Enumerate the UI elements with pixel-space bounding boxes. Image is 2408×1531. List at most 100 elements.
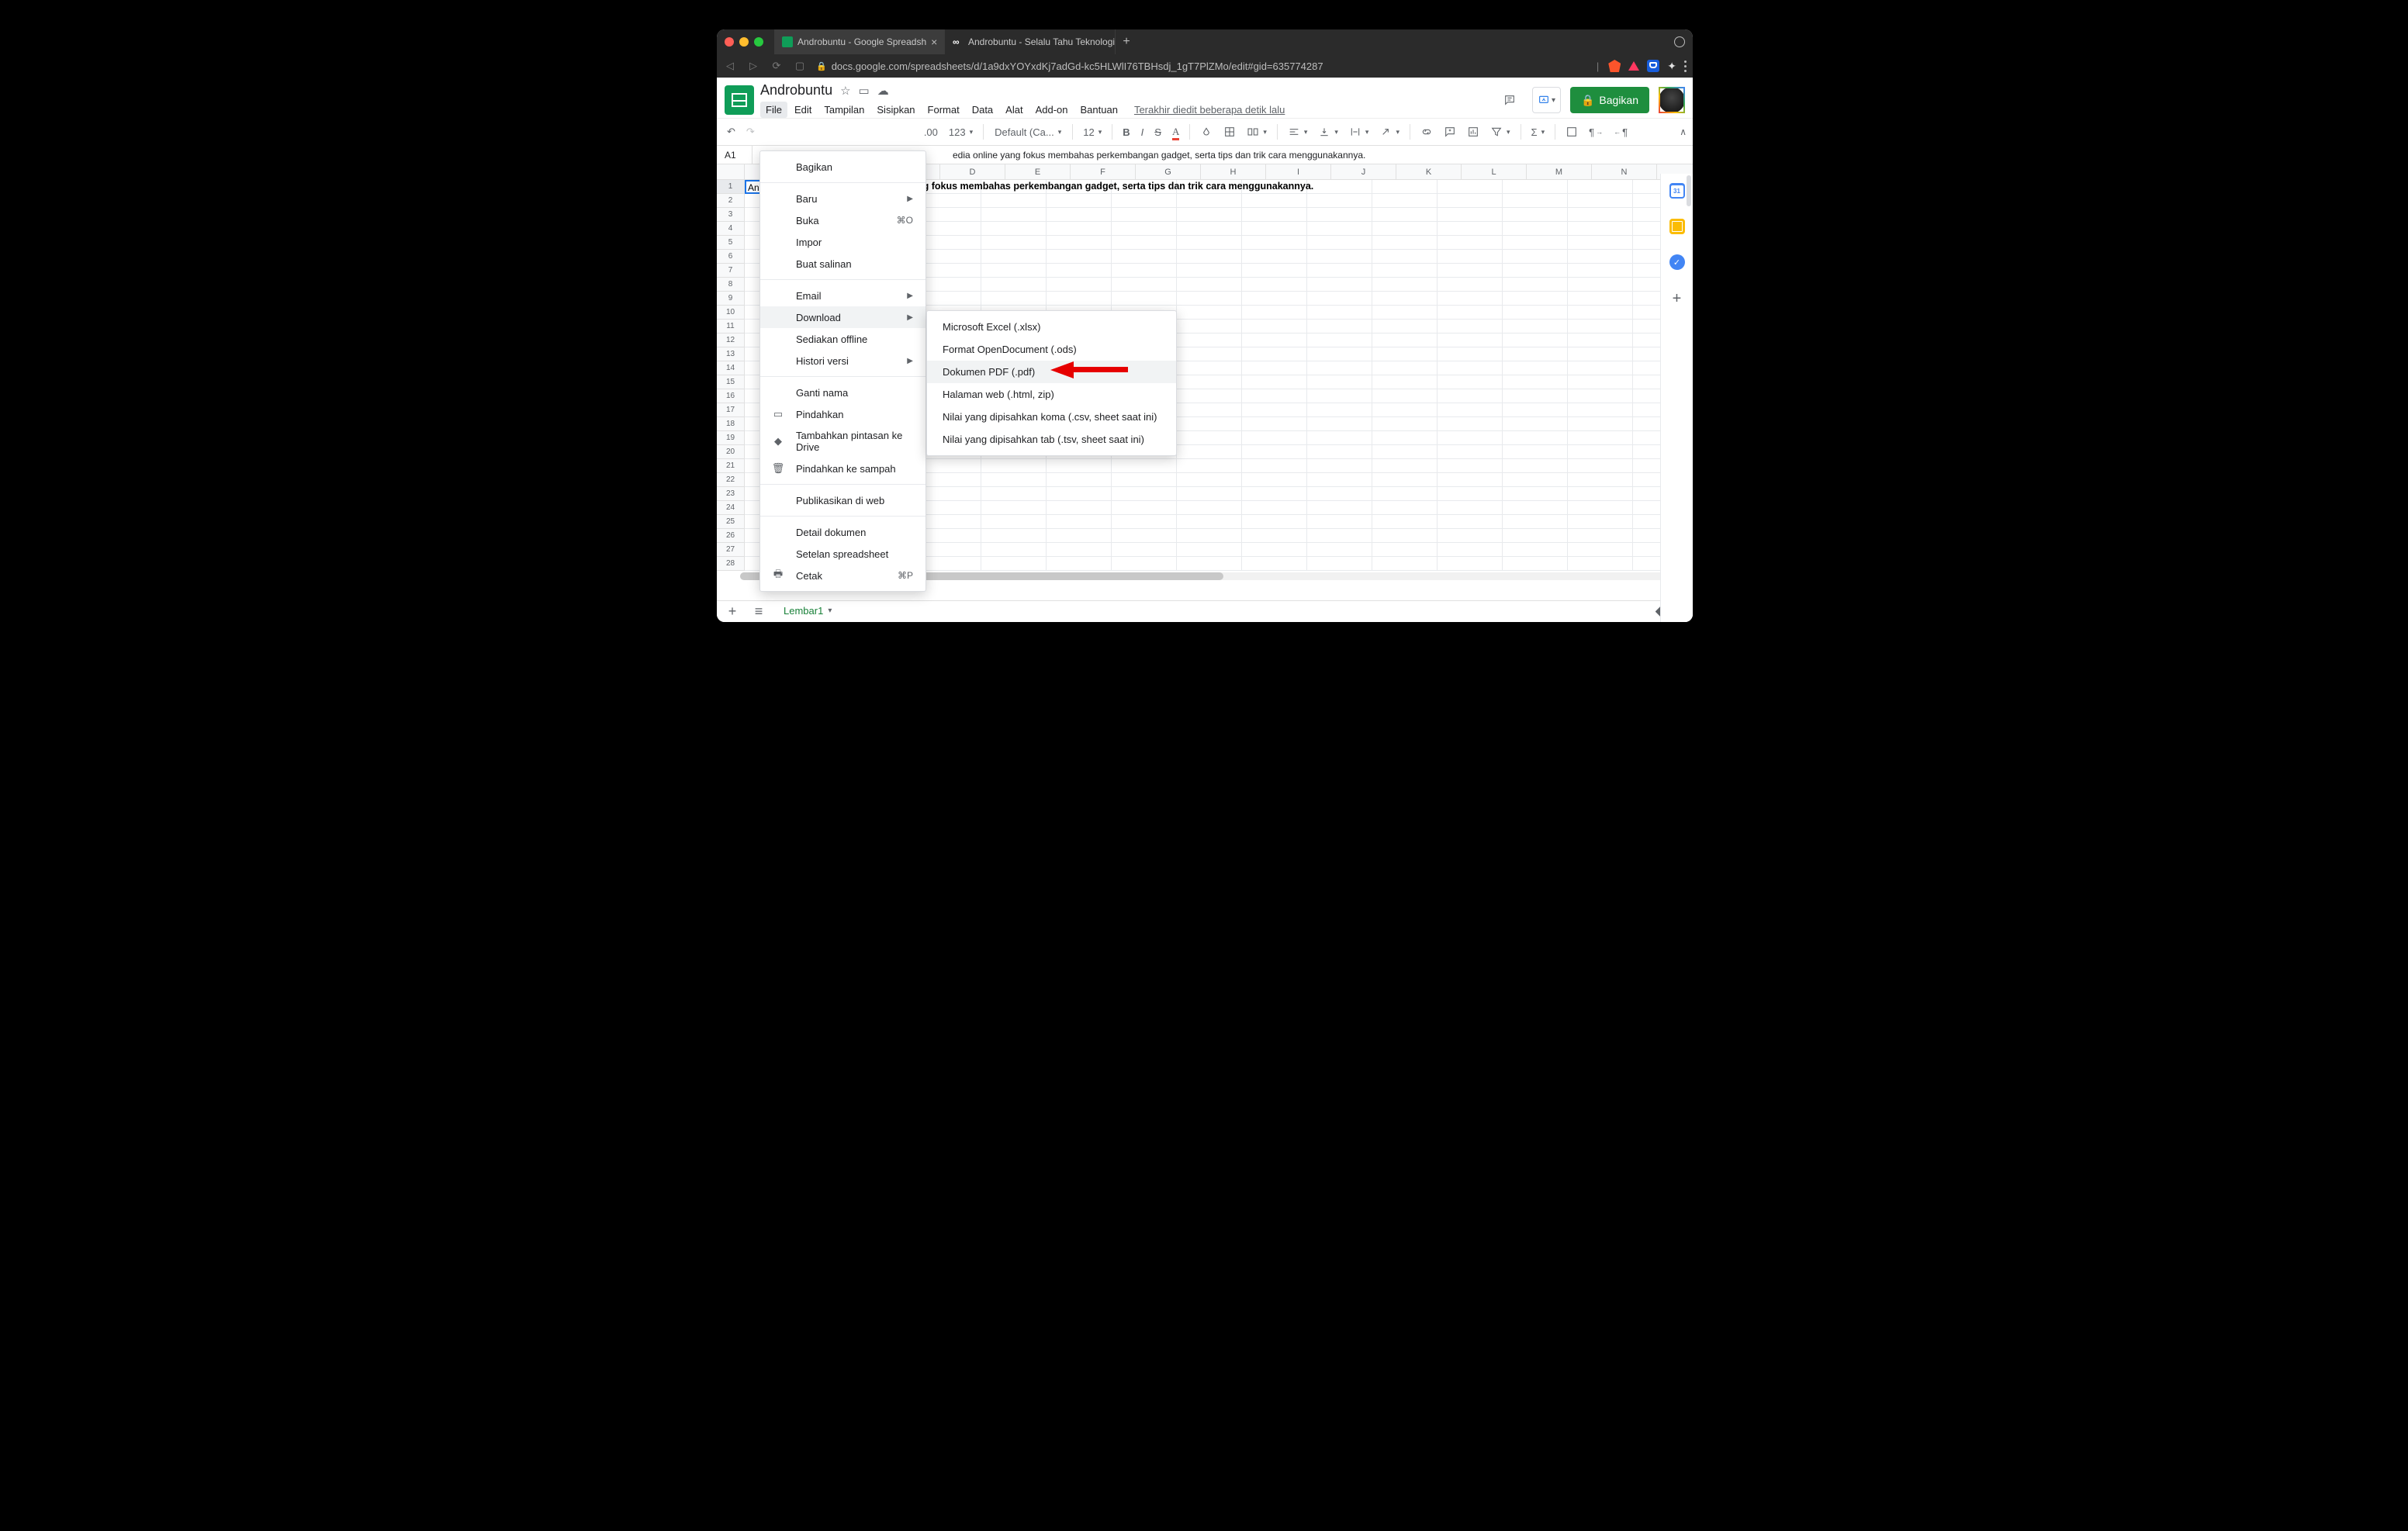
row-header[interactable]: 7 [717, 264, 745, 278]
row-header[interactable]: 23 [717, 487, 745, 501]
row-header[interactable]: 20 [717, 445, 745, 459]
sheets-logo-icon[interactable] [725, 85, 754, 115]
file-menu-item[interactable]: Setelan spreadsheet [760, 543, 925, 565]
font-size-selector[interactable]: 12 [1079, 123, 1105, 141]
vertical-align-icon[interactable] [1314, 123, 1342, 141]
comments-icon[interactable] [1496, 87, 1523, 113]
borders-icon[interactable] [1220, 123, 1240, 141]
strikethrough-icon[interactable]: S [1150, 123, 1165, 141]
row-header[interactable]: 6 [717, 250, 745, 264]
row-header[interactable]: 16 [717, 389, 745, 403]
vertical-scrollbar[interactable] [1687, 175, 1691, 206]
row-header[interactable]: 8 [717, 278, 745, 292]
extensions-icon[interactable]: ✦ [1667, 60, 1676, 73]
more-formats[interactable]: 123 [945, 123, 977, 141]
last-edit-link[interactable]: Terakhir diedit beberapa detik lalu [1134, 104, 1285, 116]
horizontal-align-icon[interactable] [1284, 123, 1312, 141]
add-sheet-button[interactable]: + [723, 603, 742, 620]
all-sheets-button[interactable]: ≡ [749, 603, 768, 620]
row-header[interactable]: 5 [717, 236, 745, 250]
row-header[interactable]: 25 [717, 515, 745, 529]
file-menu-item[interactable]: Ganti nama [760, 382, 925, 403]
sheet-tab-active[interactable]: Lembar1 ▾ [776, 601, 839, 622]
tab-close-icon[interactable]: × [931, 36, 937, 48]
row-header[interactable]: 19 [717, 431, 745, 445]
column-header[interactable]: D [940, 164, 1005, 179]
column-header[interactable]: G [1136, 164, 1201, 179]
menu-edit[interactable]: Edit [789, 102, 817, 118]
file-menu-item[interactable]: Email▶ [760, 285, 925, 306]
browser-menu-icon[interactable] [1684, 60, 1687, 72]
window-minimize[interactable] [739, 37, 749, 47]
calendar-icon[interactable] [1669, 183, 1685, 199]
bookmark-icon[interactable]: ▢ [793, 60, 807, 72]
menu-view[interactable]: Tampilan [818, 102, 870, 118]
row-header[interactable]: 1 [717, 180, 745, 194]
column-header[interactable]: M [1527, 164, 1592, 179]
row-header[interactable]: 4 [717, 222, 745, 236]
decimal-format[interactable]: .00 [920, 123, 942, 141]
share-button[interactable]: 🔒 Bagikan [1570, 87, 1649, 113]
triangle-extension-icon[interactable] [1628, 61, 1639, 71]
menu-data[interactable]: Data [967, 102, 998, 118]
redo-icon[interactable]: ↷ [742, 123, 759, 141]
column-header[interactable]: H [1201, 164, 1266, 179]
column-header[interactable]: F [1071, 164, 1136, 179]
move-folder-icon[interactable]: ▭ [859, 84, 870, 98]
merge-cells-icon[interactable] [1243, 123, 1271, 141]
row-header[interactable]: 10 [717, 306, 745, 320]
cloud-status-icon[interactable]: ☁ [877, 84, 889, 98]
functions-icon[interactable]: Σ [1527, 123, 1549, 141]
insert-chart-icon[interactable] [1463, 123, 1483, 141]
nav-back[interactable]: ◁ [723, 60, 737, 72]
row-header[interactable]: 21 [717, 459, 745, 473]
row-header[interactable]: 11 [717, 320, 745, 334]
nav-reload[interactable]: ⟳ [770, 60, 784, 72]
file-menu-item[interactable]: ◆Tambahkan pintasan ke Drive [760, 425, 925, 458]
download-submenu-item[interactable]: Format OpenDocument (.ods) [927, 338, 1176, 361]
paragraph-rtl-icon[interactable]: ←¶ [1610, 123, 1631, 141]
download-submenu-item[interactable]: Halaman web (.html, zip) [927, 383, 1176, 406]
file-menu-item[interactable]: ▭Pindahkan [760, 403, 925, 425]
file-menu-item[interactable]: Buka⌘O [760, 209, 925, 231]
document-title[interactable]: Androbuntu [760, 82, 832, 98]
column-header[interactable]: L [1462, 164, 1527, 179]
rtl-icon-1[interactable] [1562, 123, 1582, 141]
menu-format[interactable]: Format [922, 102, 965, 118]
text-rotate-icon[interactable] [1375, 123, 1403, 141]
url-field[interactable]: 🔒 docs.google.com/spreadsheets/d/1a9dxYO… [816, 60, 1587, 72]
nav-forward[interactable]: ▷ [746, 60, 760, 72]
file-menu-item[interactable]: Publikasikan di web [760, 489, 925, 511]
fill-color-icon[interactable] [1196, 123, 1216, 141]
row-header[interactable]: 2 [717, 194, 745, 208]
addons-plus-icon[interactable]: + [1673, 290, 1682, 308]
menu-help[interactable]: Bantuan [1075, 102, 1123, 118]
menu-tools[interactable]: Alat [1000, 102, 1028, 118]
file-menu-item[interactable]: 🖶Cetak⌘P [760, 565, 925, 586]
row-header[interactable]: 13 [717, 347, 745, 361]
account-avatar[interactable] [1659, 87, 1685, 113]
present-button[interactable]: ▾ [1532, 87, 1561, 113]
insert-comment-icon[interactable] [1440, 123, 1460, 141]
file-menu-item[interactable]: Bagikan [760, 156, 925, 178]
text-wrap-icon[interactable] [1345, 123, 1373, 141]
star-icon[interactable]: ☆ [840, 84, 850, 98]
menu-file[interactable]: File [760, 102, 787, 118]
column-header[interactable]: E [1005, 164, 1071, 179]
file-menu-item[interactable]: 🗑Pindahkan ke sampah [760, 458, 925, 479]
select-all-corner[interactable] [717, 164, 745, 180]
row-header[interactable]: 26 [717, 529, 745, 543]
file-menu-item[interactable]: Detail dokumen [760, 521, 925, 543]
row-header[interactable]: 22 [717, 473, 745, 487]
name-box[interactable]: A1 [717, 146, 752, 164]
undo-icon[interactable]: ↶ [723, 123, 739, 141]
window-close[interactable] [725, 37, 734, 47]
insert-link-icon[interactable] [1417, 123, 1437, 141]
row-header[interactable]: 14 [717, 361, 745, 375]
browser-tab-active[interactable]: Androbuntu - Google Spreadsh × [774, 29, 945, 54]
file-menu-item[interactable]: Buat salinan [760, 253, 925, 275]
row-header[interactable]: 12 [717, 334, 745, 347]
column-header[interactable]: K [1396, 164, 1462, 179]
row-header[interactable]: 9 [717, 292, 745, 306]
file-menu-item[interactable]: Sediakan offline [760, 328, 925, 350]
